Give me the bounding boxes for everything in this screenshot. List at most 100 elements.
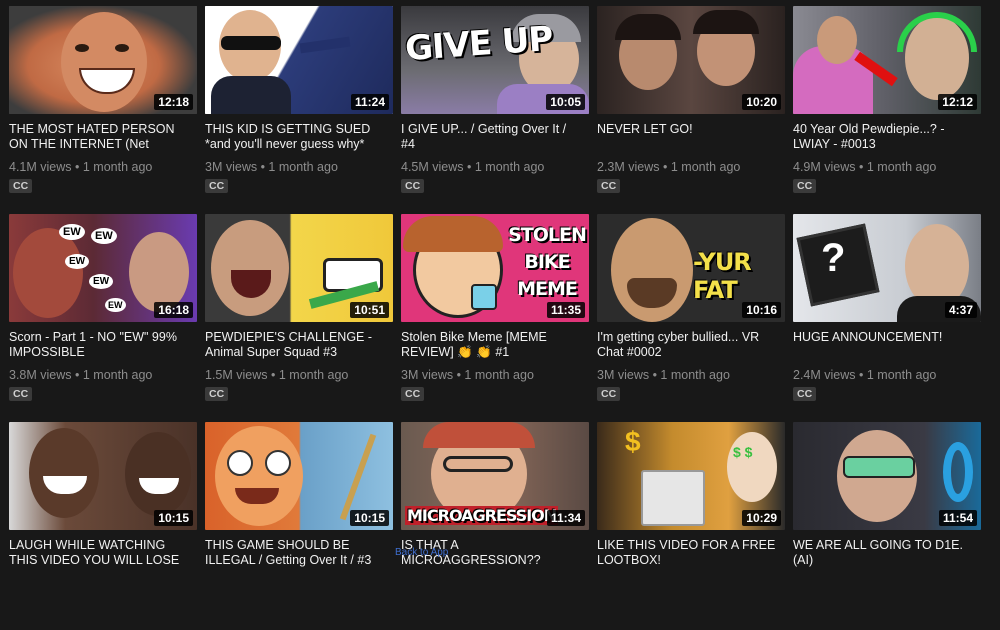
video-title[interactable]: NEVER LET GO! bbox=[597, 122, 785, 152]
upload-age: 1 month ago bbox=[866, 160, 937, 174]
video-meta: 1.5M views • 1 month ago bbox=[205, 368, 393, 383]
dollar-icon: $ bbox=[625, 426, 641, 457]
view-count: 4.5M views bbox=[401, 160, 464, 174]
video-meta: 3.8M views • 1 month ago bbox=[9, 368, 197, 383]
video-title[interactable]: THE MOST HATED PERSON ON THE INTERNET (N… bbox=[9, 122, 197, 152]
video-card[interactable]: $ $ $ 10:29 LIKE THIS VIDEO FOR A FREE L… bbox=[597, 422, 785, 630]
video-thumbnail[interactable]: STOLEN BIKE MEME 11:35 bbox=[401, 214, 589, 322]
meta-separator: • bbox=[855, 160, 867, 174]
cc-badge: CC bbox=[597, 387, 621, 401]
video-card[interactable]: GIVE UP 10:05 I GIVE UP... / Getting Ove… bbox=[401, 6, 589, 214]
video-card[interactable]: 12:12 40 Year Old Pewdiepie...? - LWIAY … bbox=[793, 6, 981, 214]
video-meta: 2.3M views • 1 month ago bbox=[597, 160, 785, 175]
back-to-app-link[interactable]: Back to App bbox=[395, 547, 448, 558]
duration-badge: 10:20 bbox=[742, 94, 781, 110]
video-title[interactable]: PEWDIEPIE'S CHALLENGE - Animal Super Squ… bbox=[205, 330, 393, 360]
duration-badge: 10:29 bbox=[742, 510, 781, 526]
meta-separator: • bbox=[71, 160, 83, 174]
upload-age: 1 month ago bbox=[268, 160, 338, 174]
video-title[interactable]: WE ARE ALL GOING TO D1E. (AI) bbox=[793, 538, 981, 568]
duration-badge: 12:18 bbox=[154, 94, 193, 110]
video-card[interactable]: 12:18 THE MOST HATED PERSON ON THE INTER… bbox=[9, 6, 197, 214]
video-card[interactable]: EW EW EW EW EW 16:18 Scorn - Part 1 - NO… bbox=[9, 214, 197, 422]
video-thumbnail[interactable]: MICROAGRESSION 11:34 bbox=[401, 422, 589, 530]
meta-separator: • bbox=[453, 368, 465, 382]
thumbnail-overlay-text: -YUR FAT bbox=[693, 248, 752, 304]
video-card[interactable]: 10:15 LAUGH WHILE WATCHING THIS VIDEO YO… bbox=[9, 422, 197, 630]
video-title[interactable]: THIS KID IS GETTING SUED *and you'll nev… bbox=[205, 122, 393, 152]
video-title[interactable]: Stolen Bike Meme [MEME REVIEW] 👏 👏 #1 bbox=[401, 330, 589, 360]
video-card[interactable]: MICROAGRESSION 11:34 IS THAT A MICROAGGR… bbox=[401, 422, 589, 630]
video-card[interactable]: 11:54 WE ARE ALL GOING TO D1E. (AI) bbox=[793, 422, 981, 630]
view-count: 4.9M views bbox=[793, 160, 856, 174]
upload-age: 1 month ago bbox=[866, 368, 937, 382]
duration-badge: 16:18 bbox=[154, 302, 193, 318]
ew-bubble: EW bbox=[59, 224, 85, 240]
view-count: 2.4M views bbox=[793, 368, 856, 382]
video-thumbnail[interactable]: GIVE UP 10:05 bbox=[401, 6, 589, 114]
video-card[interactable]: 10:51 PEWDIEPIE'S CHALLENGE - Animal Sup… bbox=[205, 214, 393, 422]
dollar-eyes-icon: $ $ bbox=[733, 444, 753, 460]
video-card[interactable]: ? 4:37 HUGE ANNOUNCEMENT! 2.4M views • 1… bbox=[793, 214, 981, 422]
cc-badge: CC bbox=[401, 179, 425, 193]
video-meta: 2.4M views • 1 month ago bbox=[793, 368, 981, 383]
video-thumbnail[interactable]: 12:12 bbox=[793, 6, 981, 114]
video-card[interactable]: 10:15 THIS GAME SHOULD BE ILLEGAL / Gett… bbox=[205, 422, 393, 630]
video-grid: 12:18 THE MOST HATED PERSON ON THE INTER… bbox=[9, 6, 981, 630]
duration-badge: 10:05 bbox=[546, 94, 585, 110]
upload-age: 1 month ago bbox=[278, 368, 349, 382]
view-count: 1.5M views bbox=[205, 368, 268, 382]
video-meta: 4.9M views • 1 month ago bbox=[793, 160, 981, 175]
video-thumbnail[interactable]: 10:20 bbox=[597, 6, 785, 114]
video-card[interactable]: 11:24 THIS KID IS GETTING SUED *and you'… bbox=[205, 6, 393, 214]
video-thumbnail[interactable]: EW EW EW EW EW 16:18 bbox=[9, 214, 197, 322]
video-thumbnail[interactable]: 11:24 bbox=[205, 6, 393, 114]
duration-badge: 10:15 bbox=[154, 510, 193, 526]
video-card[interactable]: 10:20 NEVER LET GO! 2.3M views • 1 month… bbox=[597, 6, 785, 214]
view-count: 3.8M views bbox=[9, 368, 72, 382]
cc-badge: CC bbox=[9, 179, 33, 193]
duration-badge: 11:24 bbox=[350, 94, 389, 110]
upload-age: 1 month ago bbox=[82, 160, 153, 174]
video-thumbnail[interactable]: 12:18 bbox=[9, 6, 197, 114]
video-card[interactable]: -YUR FAT 10:16 I'm getting cyber bullied… bbox=[597, 214, 785, 422]
video-thumbnail[interactable]: 10:51 bbox=[205, 214, 393, 322]
video-title[interactable]: THIS GAME SHOULD BE ILLEGAL / Getting Ov… bbox=[205, 538, 393, 568]
upload-age: 1 month ago bbox=[670, 160, 741, 174]
video-title[interactable]: 40 Year Old Pewdiepie...? - LWIAY - #001… bbox=[793, 122, 981, 152]
meta-separator: • bbox=[649, 368, 661, 382]
video-title[interactable]: Scorn - Part 1 - NO "EW" 99% IMPOSSIBLE bbox=[9, 330, 197, 360]
video-title[interactable]: HUGE ANNOUNCEMENT! bbox=[793, 330, 981, 360]
video-meta: 3M views • 1 month ago bbox=[597, 368, 785, 383]
upload-age: 1 month ago bbox=[464, 368, 534, 382]
question-mark-icon: ? bbox=[821, 236, 846, 280]
video-title[interactable]: LAUGH WHILE WATCHING THIS VIDEO YOU WILL… bbox=[9, 538, 197, 568]
upload-age: 1 month ago bbox=[82, 368, 153, 382]
video-thumbnail[interactable]: -YUR FAT 10:16 bbox=[597, 214, 785, 322]
video-thumbnail[interactable]: $ $ $ 10:29 bbox=[597, 422, 785, 530]
duration-badge: 12:12 bbox=[938, 94, 977, 110]
video-thumbnail[interactable]: 11:54 bbox=[793, 422, 981, 530]
view-count: 3M views bbox=[597, 368, 650, 382]
cc-badge: CC bbox=[597, 179, 621, 193]
video-thumbnail[interactable]: 10:15 bbox=[9, 422, 197, 530]
video-title[interactable]: I'm getting cyber bullied... VR Chat #00… bbox=[597, 330, 785, 360]
video-thumbnail[interactable]: 10:15 bbox=[205, 422, 393, 530]
video-title[interactable]: I GIVE UP... / Getting Over It / #4 bbox=[401, 122, 589, 152]
view-count: 3M views bbox=[401, 368, 454, 382]
thumbnail-overlay-text: MICROAGRESSION bbox=[405, 506, 559, 525]
ew-bubble: EW bbox=[91, 228, 117, 244]
cc-badge: CC bbox=[9, 387, 33, 401]
video-title[interactable]: LIKE THIS VIDEO FOR A FREE LOOTBOX! bbox=[597, 538, 785, 568]
ew-bubble: EW bbox=[89, 274, 114, 289]
duration-badge: 11:34 bbox=[546, 510, 585, 526]
duration-badge: 10:51 bbox=[350, 302, 389, 318]
duration-badge: 10:16 bbox=[742, 302, 781, 318]
meta-separator: • bbox=[257, 160, 269, 174]
cc-badge: CC bbox=[793, 179, 817, 193]
upload-age: 1 month ago bbox=[660, 368, 730, 382]
video-card[interactable]: STOLEN BIKE MEME 11:35 Stolen Bike Meme … bbox=[401, 214, 589, 422]
meta-separator: • bbox=[855, 368, 867, 382]
video-thumbnail[interactable]: ? 4:37 bbox=[793, 214, 981, 322]
thumbnail-overlay-text: STOLEN BIKE MEME bbox=[508, 224, 587, 300]
